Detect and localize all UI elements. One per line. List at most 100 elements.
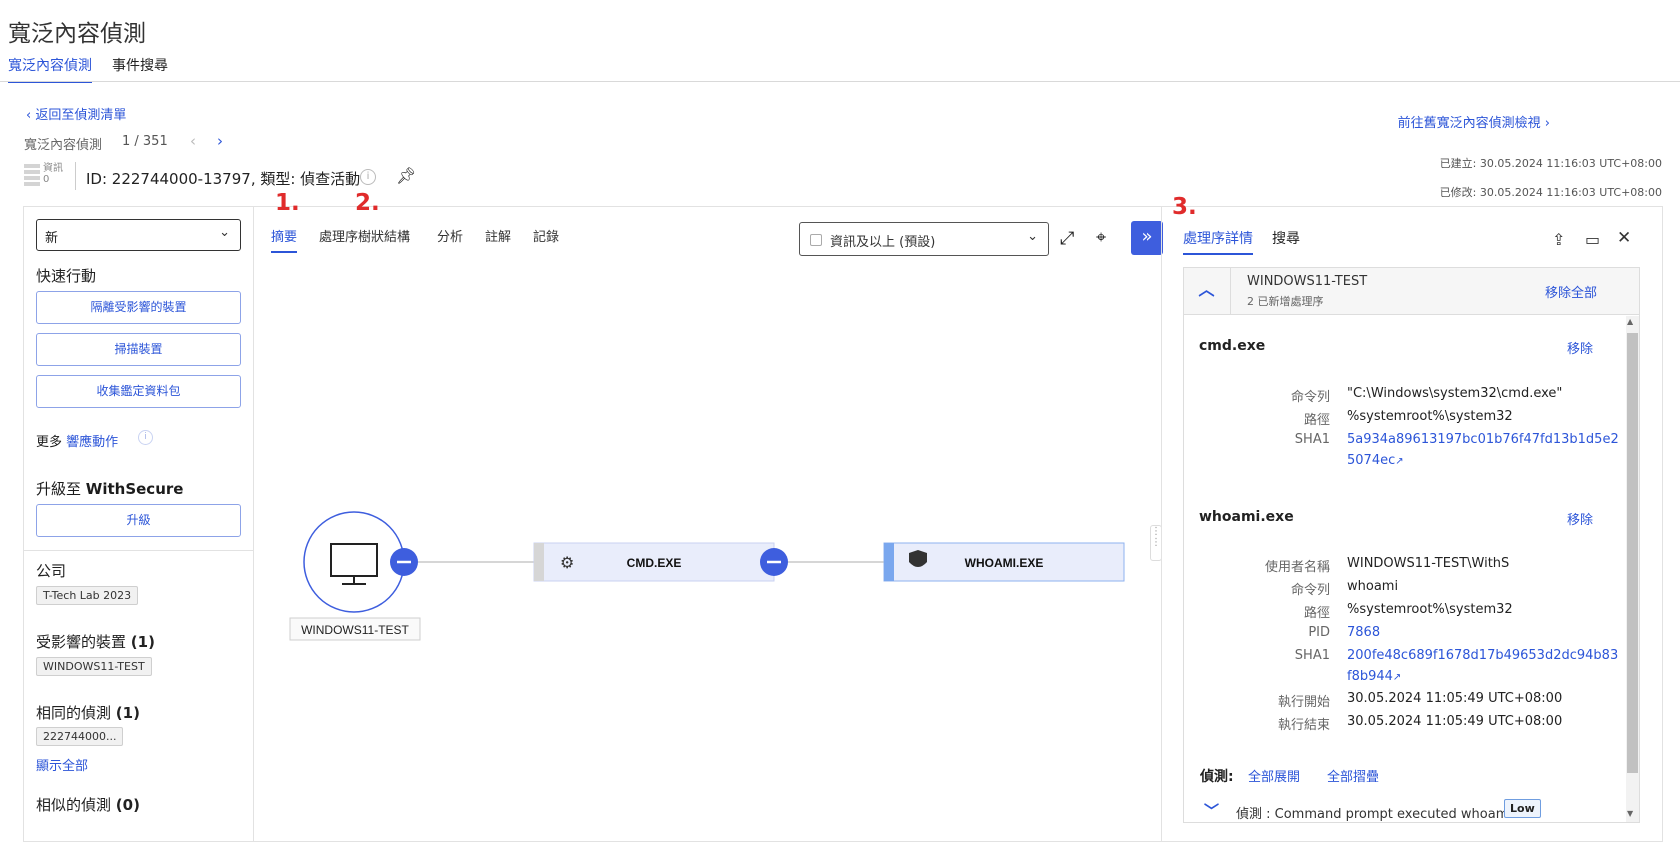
detections-label: 偵測: <box>1200 769 1234 785</box>
cmd-sha1-link[interactable]: 5a934a89613197bc01b76f47fd13b1d5e2 <box>1347 432 1619 447</box>
header-divider <box>0 81 1680 82</box>
cmd-commandline-value: "C:\Windows\system32\cmd.exe" <box>1347 386 1563 401</box>
more-prefix: 更多 <box>36 435 63 450</box>
detection-id: ID: 222744000-13797, 類型: 偵查活動 <box>86 170 361 188</box>
status-select[interactable]: 新 ⌄ <box>36 219 241 251</box>
kv-key: 執行結束 <box>1277 718 1330 733</box>
severity-separator <box>75 162 76 190</box>
whoami-process-name: whoami.exe <box>1199 509 1294 525</box>
tab-log[interactable]: 記錄 <box>533 226 559 251</box>
tab-event-search[interactable]: 事件搜尋 <box>112 55 168 81</box>
isolate-device-button[interactable]: 隔離受影響的裝置 <box>36 291 241 324</box>
same-count: (1) <box>115 704 140 722</box>
upgrade-button[interactable]: 升級 <box>36 504 241 537</box>
detection-row-text[interactable]: 偵測 : Command prompt executed whoami <box>1236 803 1512 822</box>
collapse-all-link[interactable]: 全部摺疊 <box>1327 766 1379 785</box>
pin-icon[interactable]: 📌︎ <box>396 166 416 185</box>
whoami-remove-link[interactable]: 移除 <box>1567 509 1593 528</box>
tab-notes[interactable]: 註解 <box>485 226 511 251</box>
chevron-down-icon[interactable]: ﹀ <box>1204 800 1219 821</box>
more-actions: 更多 響應動作 <box>36 431 118 450</box>
status-value: 新 <box>45 231 59 246</box>
whoami-node-label: WHOAMI.EXE <box>965 556 1044 570</box>
company-chip: T-Tech Lab 2023 <box>36 586 139 605</box>
kv-key: 使用者名稱 <box>1264 560 1330 575</box>
scrollbar-thumb[interactable] <box>1627 333 1638 773</box>
affected-title-text: 受影響的裝置 <box>36 633 127 651</box>
tab-search[interactable]: 搜尋 <box>1272 228 1300 253</box>
cmd-node[interactable]: ⚙ CMD.EXE <box>533 542 775 582</box>
response-actions-link[interactable]: 響應動作 <box>66 435 118 450</box>
whoami-start-value: 30.05.2024 11:05:49 UTC+08:00 <box>1347 691 1563 706</box>
show-all-link[interactable]: 顯示全部 <box>36 755 88 774</box>
annotation-1: 1. <box>275 190 300 216</box>
checkbox-icon <box>810 234 822 246</box>
same-detections-title: 相同的偵測 (1) <box>36 702 140 723</box>
kv-key: 執行開始 <box>1277 695 1330 710</box>
host-group-name: WINDOWS11-TEST <box>1247 274 1368 289</box>
scroll-up-icon[interactable]: ▲ <box>1627 317 1633 326</box>
tab-broad-context-detection[interactable]: 寬泛內容偵測 <box>8 55 92 83</box>
expand-all-link[interactable]: 全部展開 <box>1248 766 1300 785</box>
tab-analysis[interactable]: 分析 <box>437 226 463 251</box>
cmd-sha1-link-cont[interactable]: 5074ec↗ <box>1347 453 1404 468</box>
chevron-down-icon: ⌄ <box>1027 229 1038 244</box>
remove-all-link[interactable]: 移除全部 <box>1545 282 1597 301</box>
collect-forensics-button[interactable]: 收集鑑定資料包 <box>36 375 241 408</box>
kv-key: PID <box>1308 625 1330 640</box>
cmd-process-name: cmd.exe <box>1199 338 1266 354</box>
pager-next-button[interactable]: › <box>217 132 223 150</box>
kv-key: 命令列 <box>1290 390 1330 405</box>
chevron-right-icon: › <box>1540 116 1550 131</box>
tab-process-tree[interactable]: 處理序樹狀結構 <box>319 226 410 251</box>
upgrade-prefix: 升級至 <box>36 480 82 498</box>
back-link-label: 返回至偵測清單 <box>35 108 127 123</box>
collapse-panel-button[interactable]: » <box>1131 221 1163 255</box>
host-group-subtitle: 2 已新增處理序 <box>1247 295 1324 308</box>
cmd-collapse-toggle[interactable] <box>760 548 788 576</box>
info-icon[interactable]: i <box>138 430 153 445</box>
whoami-sha1-link-cont[interactable]: f8b944↗ <box>1347 669 1401 684</box>
whoami-pid-link[interactable]: 7868 <box>1347 625 1380 640</box>
whoami-sha1-link[interactable]: 200fe48c689f1678d17b49653d2dc94b83 <box>1347 648 1618 663</box>
level-filter-value: 資訊及以上 (預設) <box>830 235 936 250</box>
scroll-down-icon[interactable]: ▼ <box>1627 809 1633 818</box>
window-icon[interactable]: ▭ <box>1585 230 1600 249</box>
left-panel-divider <box>23 550 254 551</box>
fullscreen-icon[interactable]: ⤢ <box>1060 228 1074 249</box>
goto-old-view-link[interactable]: 前往舊寬泛內容偵測檢視 › <box>1398 112 1550 131</box>
close-icon[interactable]: ✕ <box>1617 228 1631 248</box>
host-node[interactable] <box>303 511 405 613</box>
whoami-node[interactable]: WHOAMI.EXE <box>883 542 1125 582</box>
locate-icon[interactable]: ⌖ <box>1096 227 1106 248</box>
upgrade-brand: WithSecure <box>85 480 184 498</box>
same-detection-chip[interactable]: 222744000... <box>36 727 124 746</box>
host-collapse-toggle[interactable] <box>390 548 418 576</box>
severity-bars-icon <box>24 164 40 188</box>
tab-process-details[interactable]: 處理序詳情 <box>1183 228 1253 255</box>
kv-key: SHA1 <box>1294 432 1330 447</box>
page-title: 寬泛內容偵測 <box>8 21 146 47</box>
level-filter-select[interactable]: 資訊及以上 (預設) ⌄ <box>799 222 1049 256</box>
info-icon[interactable]: i <box>360 169 376 185</box>
kv-key: 路徑 <box>1303 606 1330 621</box>
chevron-left-icon: ‹ <box>26 108 36 123</box>
tab-summary[interactable]: 摘要 <box>271 226 298 253</box>
whoami-sha1-tail: f8b944 <box>1347 669 1393 684</box>
similar-count: (0) <box>115 796 140 814</box>
pager-prev-button[interactable]: ‹ <box>190 132 196 150</box>
chevron-up-icon[interactable]: ︿ <box>1183 267 1231 315</box>
gears-icon: ⚙ <box>560 553 574 572</box>
pager-count: 1 / 351 <box>122 134 168 149</box>
back-to-list-link[interactable]: ‹ 返回至偵測清單 <box>26 104 126 123</box>
cmd-remove-link[interactable]: 移除 <box>1567 338 1593 357</box>
scan-device-button[interactable]: 掃描裝置 <box>36 333 241 366</box>
affected-device-chip[interactable]: WINDOWS11-TEST <box>36 657 152 676</box>
created-timestamp: 已建立: 30.05.2024 11:16:03 UTC+08:00 <box>1439 157 1662 170</box>
kv-key: 命令列 <box>1290 583 1330 598</box>
shield-icon <box>909 550 927 567</box>
process-graph: WINDOWS11-TEST ⚙ CMD.EXE WHOAMI.EXE <box>289 511 1125 641</box>
severity-label: 資訊 0 <box>43 163 63 185</box>
severity-count: 0 <box>43 174 50 185</box>
export-icon[interactable]: ⇪ <box>1552 230 1565 249</box>
